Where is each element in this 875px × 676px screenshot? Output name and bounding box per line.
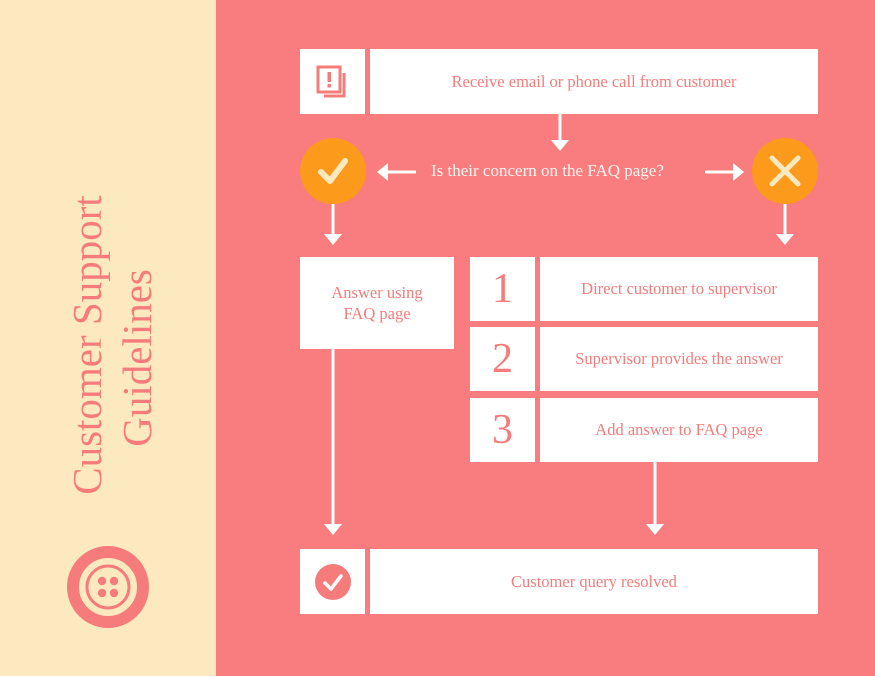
step-label: Supervisor provides the answer: [575, 349, 783, 368]
arrow-yes-to-answer: [324, 204, 342, 245]
step-item: Supervisor provides the answer: [540, 327, 818, 391]
check-circle-icon: [314, 563, 351, 600]
checkmark-icon: [318, 158, 348, 184]
sidebar: Customer Support Guidelines: [0, 0, 216, 676]
end-icon-box: [300, 549, 365, 614]
arrow-no-to-steps: [776, 204, 794, 245]
title-container: Customer Support Guidelines: [64, 170, 160, 520]
step-number: 2: [470, 327, 535, 391]
x-icon: [769, 155, 801, 187]
answer-faq-label-2: FAQ page: [343, 304, 411, 323]
end-step: Customer query resolved: [370, 549, 818, 614]
start-step: Receive email or phone call from custome…: [370, 49, 818, 114]
arrow-question-to-no: [705, 163, 744, 181]
arrow-steps-to-end: [646, 462, 664, 535]
arrow-answer-to-end: [324, 349, 342, 535]
title-line-2: Guidelines: [114, 269, 160, 447]
step-label: Direct customer to supervisor: [581, 279, 777, 298]
arrow-question-to-yes: [377, 163, 416, 181]
step-label: Add answer to FAQ page: [595, 420, 763, 439]
answer-faq-label-1: Answer using: [331, 283, 423, 302]
start-step-label: Receive email or phone call from custome…: [451, 71, 737, 91]
step-item: Add answer to FAQ page: [540, 398, 818, 462]
step-number: 1: [470, 257, 535, 321]
start-icon-box: [300, 49, 365, 114]
alert-document-icon: [316, 65, 345, 97]
title-line-1: Customer Support: [64, 195, 110, 495]
end-step-label: Customer query resolved: [511, 571, 677, 591]
flowchart: Receive email or phone call from custome…: [216, 0, 875, 676]
button-icon: [67, 546, 149, 628]
yes-circle: [300, 138, 366, 204]
step-number: 3: [470, 398, 535, 462]
page-title: Customer Support Guidelines: [62, 195, 162, 495]
arrow-start-to-question: [551, 114, 569, 151]
no-circle: [752, 138, 818, 204]
answer-faq-step: Answer using FAQ page: [300, 257, 454, 349]
decision-question: Is their concern on the FAQ page?: [431, 161, 664, 180]
step-item: Direct customer to supervisor: [540, 257, 818, 321]
